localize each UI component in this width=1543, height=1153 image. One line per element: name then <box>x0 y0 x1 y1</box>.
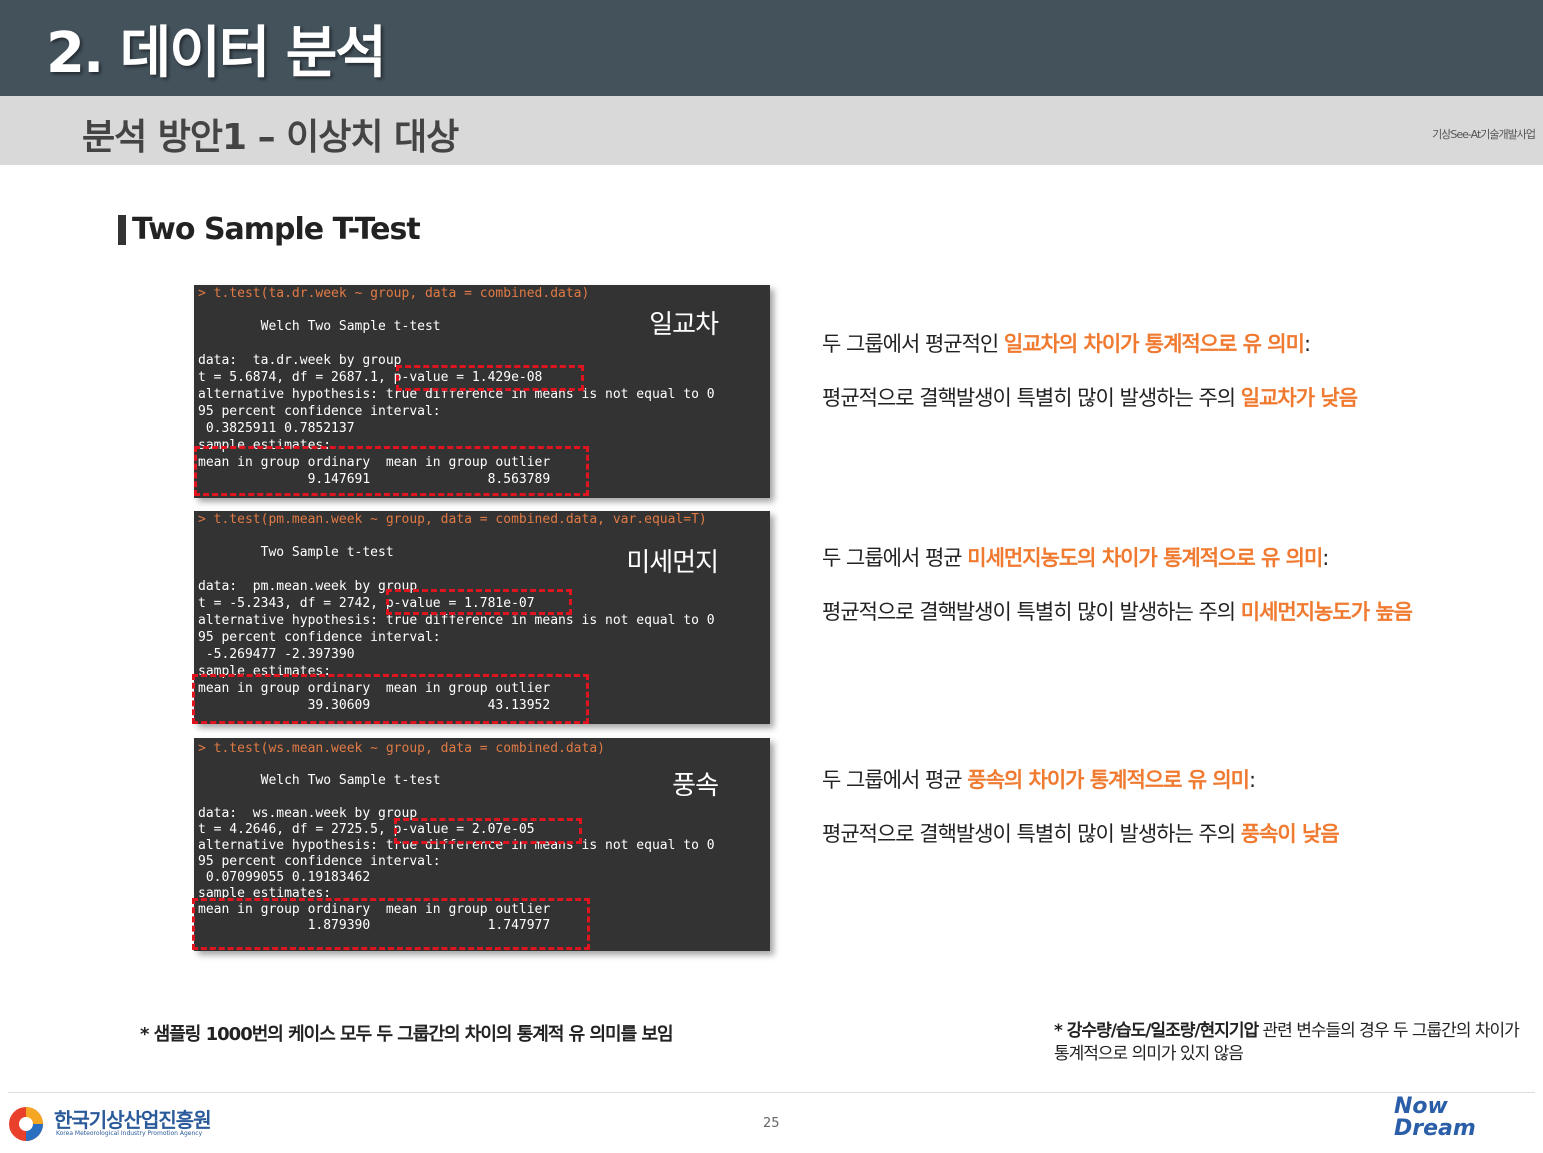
finding-1-line-2: 평균적으로 결핵발생이 특별히 많이 발생하는 주의 일교차가 낮음 <box>822 386 1358 410</box>
console-label: 미세먼지 <box>626 548 719 578</box>
console-line: -5.269477 -2.397390 <box>198 647 355 662</box>
section-heading: Two Sample T-Test <box>118 212 421 247</box>
section-heading-text: Two Sample T-Test <box>132 212 421 247</box>
r-console-2: > t.test(pm.mean.week ~ group, data = co… <box>192 511 770 724</box>
r-console-3: > t.test(ws.mean.week ~ group, data = co… <box>192 738 770 951</box>
page-title: 2. 데이터 분석 <box>46 21 387 86</box>
console-line: 95 percent confidence interval: <box>198 854 441 869</box>
console-line: data: ws.mean.week by group <box>198 806 418 821</box>
console-line: 0.3825911 0.7852137 <box>198 421 355 436</box>
means-highlight <box>192 898 590 950</box>
means-highlight <box>194 446 589 496</box>
variables-note: * 강수량/습도/일조량/현지기압 관련 변수들의 경우 두 그룹간의 차이가 … <box>1054 1021 1520 1064</box>
project-tag: 기상See-At기술개발사업 <box>1432 128 1536 141</box>
heading-bar-icon <box>118 214 126 245</box>
console-line: Two Sample t-test <box>198 545 394 560</box>
console-line: Welch Two Sample t-test <box>198 773 441 788</box>
r-console-1: > t.test(ta.dr.week ~ group, data = comb… <box>194 285 770 498</box>
console-line: data: ta.dr.week by group <box>198 353 402 368</box>
finding-3-line-2: 평균적으로 결핵발생이 특별히 많이 발생하는 주의 풍속이 낮음 <box>822 822 1340 846</box>
means-highlight <box>192 674 589 724</box>
kmipa-logo-icon <box>9 1107 43 1141</box>
finding-1-line-1: 두 그룹에서 평균적인 일교차의 차이가 통계적으로 유 의미: <box>822 332 1311 356</box>
sampling-note: * 샘플링 1000번의 케이스 모두 두 그룹간의 차이의 통계적 유 의미를… <box>140 1024 674 1045</box>
console-label: 일교차 <box>649 310 719 340</box>
console-line: > t.test(ta.dr.week ~ group, data = comb… <box>198 286 590 301</box>
console-line: 0.07099055 0.19183462 <box>198 870 371 885</box>
finding-2-line-2: 평균적으로 결핵발생이 특별히 많이 발생하는 주의 미세먼지농도가 높음 <box>822 600 1413 624</box>
console-line: > t.test(pm.mean.week ~ group, data = co… <box>198 512 707 527</box>
finding-3-line-1: 두 그룹에서 평균 풍속의 차이가 통계적으로 유 의미: <box>822 768 1256 792</box>
org-name: 한국기상산업진흥원 <box>54 1108 212 1132</box>
console-label: 풍속 <box>672 771 719 801</box>
console-line: > t.test(ws.mean.week ~ group, data = co… <box>198 741 605 756</box>
console-line: Welch Two Sample t-test <box>198 319 441 334</box>
page-subtitle: 분석 방안1 – 이상치 대상 <box>82 117 459 158</box>
console-line: 95 percent confidence interval: <box>198 404 441 419</box>
console-line: 95 percent confidence interval: <box>198 630 441 645</box>
finding-2-line-1: 두 그룹에서 평균 미세먼지농도의 차이가 통계적으로 유 의미: <box>822 546 1329 570</box>
pvalue-highlight <box>386 589 572 615</box>
footer-divider <box>8 1092 1535 1093</box>
console-line: data: pm.mean.week by group <box>198 579 418 594</box>
org-name-en: Korea Meteorological Industry Promotion … <box>56 1130 203 1137</box>
now-dream-logo: Now Dream <box>1394 1094 1476 1141</box>
pvalue-highlight <box>394 818 582 844</box>
page-number: 25 <box>763 1116 780 1131</box>
pvalue-highlight <box>396 365 584 391</box>
